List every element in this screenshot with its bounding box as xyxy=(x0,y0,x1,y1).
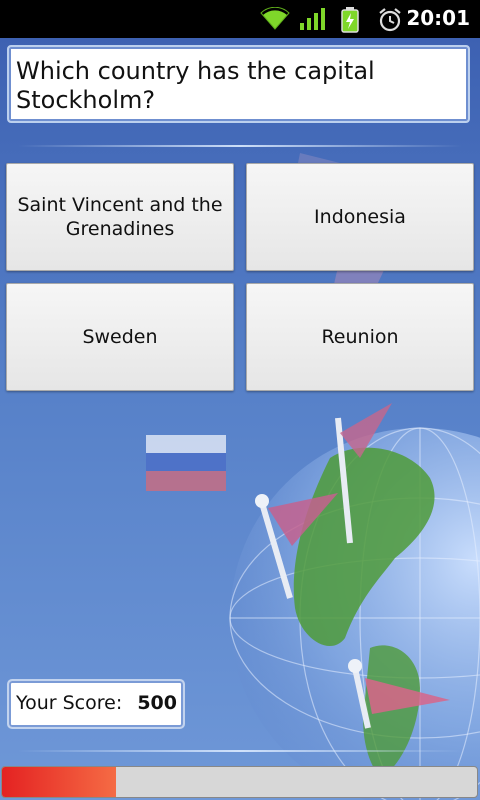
timer-progress-fill xyxy=(2,767,116,797)
score-label: Your Score: xyxy=(16,692,123,714)
answer-button-4[interactable]: Reunion xyxy=(246,283,474,391)
question-text: Which country has the capital Stockholm? xyxy=(16,57,375,114)
flag-russia xyxy=(146,435,226,491)
top-divider xyxy=(18,145,462,147)
status-bar: 20:01 xyxy=(0,0,480,38)
bottom-divider xyxy=(18,750,462,752)
answer-button-2[interactable]: Indonesia xyxy=(246,163,474,271)
wifi-icon xyxy=(260,7,290,30)
timer-progress-bar xyxy=(1,766,478,798)
score-box: Your Score: 500 xyxy=(7,679,185,729)
status-clock: 20:01 xyxy=(406,6,470,30)
alarm-icon xyxy=(379,8,401,32)
answer-button-1[interactable]: Saint Vincent and the Grenadines xyxy=(6,163,234,271)
battery-charging-icon xyxy=(341,7,359,33)
signal-icon xyxy=(300,8,325,30)
quiz-screen: Which country has the capital Stockholm?… xyxy=(0,38,480,800)
question-box: Which country has the capital Stockholm? xyxy=(7,45,470,123)
score-value: 500 xyxy=(137,692,177,714)
answer-button-3[interactable]: Sweden xyxy=(6,283,234,391)
